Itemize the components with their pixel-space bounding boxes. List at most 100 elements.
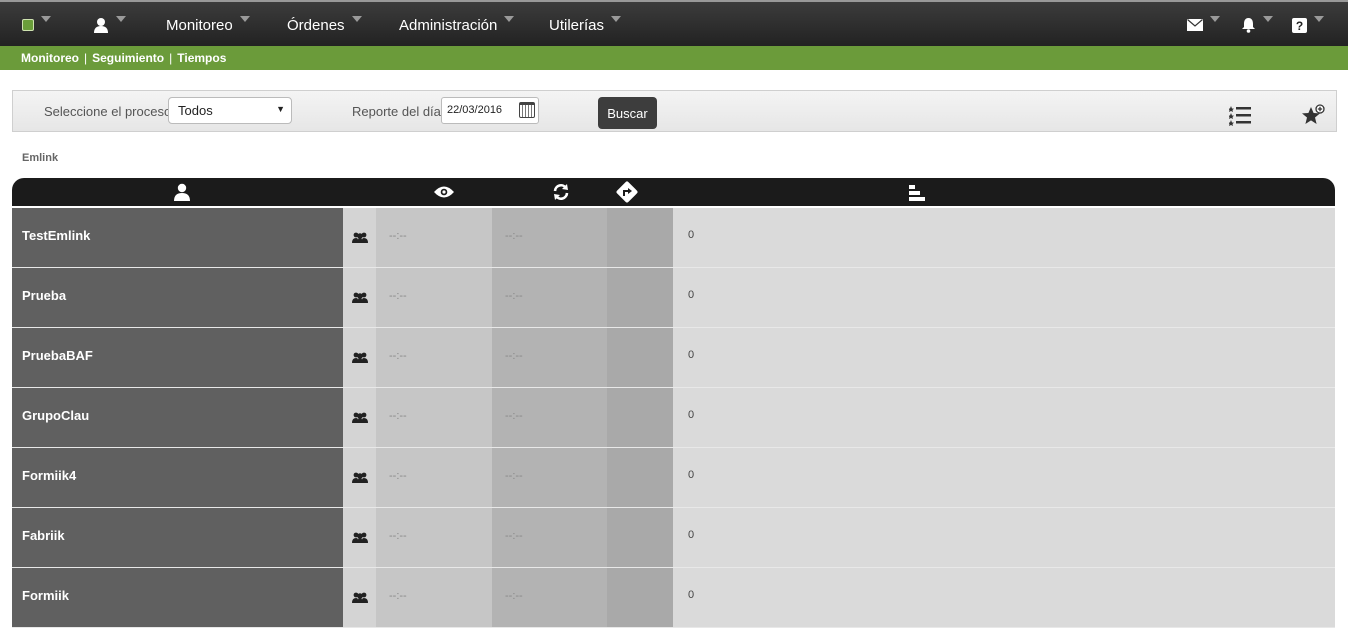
group-name[interactable]: Prueba: [12, 268, 343, 327]
starred-list-icon[interactable]: [1229, 104, 1251, 126]
table-row[interactable]: Prueba --:-- --:-- 0: [12, 268, 1335, 328]
time-refresh: --:--: [492, 508, 607, 567]
calendar-icon[interactable]: [519, 102, 535, 118]
time-refresh: --:--: [492, 208, 607, 267]
count-cell: 0: [673, 328, 1335, 387]
menu-administracion[interactable]: Administración: [399, 2, 515, 48]
group-name[interactable]: Fabriik: [12, 508, 343, 567]
notifications-menu[interactable]: [1241, 2, 1273, 48]
user-icon: [94, 18, 108, 33]
menu-utilerias-label: Utilerías: [549, 16, 605, 34]
help-menu[interactable]: ?: [1292, 2, 1324, 48]
date-input[interactable]: 22/03/2016: [441, 97, 539, 124]
time-watched: --:--: [376, 448, 492, 507]
users-group-icon[interactable]: [343, 208, 376, 267]
route-cell: [607, 388, 673, 447]
process-label: Seleccione el proceso: [44, 104, 172, 119]
time-refresh: --:--: [492, 328, 607, 387]
users-group-icon[interactable]: [343, 268, 376, 327]
table-row[interactable]: GrupoClau --:-- --:-- 0: [12, 388, 1335, 448]
menu-utilerias[interactable]: Utilerías: [549, 2, 622, 48]
date-label: Reporte del día: [352, 104, 441, 119]
user-icon: [174, 183, 190, 201]
route-cell: [607, 508, 673, 567]
messages-menu[interactable]: [1187, 2, 1220, 48]
chevron-down-icon: [116, 16, 126, 22]
chevron-down-icon: [351, 16, 362, 22]
top-navbar: Monitoreo Órdenes Administración Utilerí…: [0, 0, 1348, 46]
time-refresh: --:--: [492, 568, 607, 627]
count-cell: 0: [673, 568, 1335, 627]
chevron-down-icon: [611, 16, 622, 22]
route-cell: [607, 568, 673, 627]
refresh-icon: [553, 184, 569, 200]
route-cell: [607, 208, 673, 267]
group-name[interactable]: GrupoClau: [12, 388, 343, 447]
time-watched: --:--: [376, 508, 492, 567]
route-cell: [607, 448, 673, 507]
time-watched: --:--: [376, 568, 492, 627]
add-favorite-icon[interactable]: [1301, 104, 1325, 126]
count-cell: 0: [673, 388, 1335, 447]
table-row[interactable]: PruebaBAF --:-- --:-- 0: [12, 328, 1335, 388]
chevron-down-icon: [1263, 16, 1273, 22]
menu-ordenes-label: Órdenes: [287, 16, 345, 34]
route-cell: [607, 328, 673, 387]
sublink-tiempos[interactable]: Tiempos: [177, 51, 226, 65]
users-group-icon[interactable]: [343, 448, 376, 507]
table-row[interactable]: TestEmlink --:-- --:-- 0: [12, 208, 1335, 268]
help-icon: ?: [1292, 17, 1307, 33]
chevron-down-icon: [239, 16, 250, 22]
envelope-icon: [1187, 19, 1203, 31]
separator: |: [84, 51, 88, 65]
table-row[interactable]: Formiik --:-- --:-- 0: [12, 568, 1335, 628]
filter-bar: Seleccione el proceso Todos ▼ Reporte de…: [12, 90, 1337, 132]
table-row[interactable]: Formiik4 --:-- --:-- 0: [12, 448, 1335, 508]
route-cell: [607, 268, 673, 327]
chevron-down-icon: [1210, 16, 1220, 22]
sub-navbar: Monitoreo | Seguimiento | Tiempos: [0, 46, 1348, 70]
users-group-icon[interactable]: [343, 388, 376, 447]
eye-icon: [434, 186, 454, 198]
chevron-down-icon: [1314, 16, 1324, 22]
user-menu[interactable]: [93, 2, 126, 48]
count-cell: 0: [673, 508, 1335, 567]
sublink-monitoreo[interactable]: Monitoreo: [21, 51, 79, 65]
table-header: [12, 178, 1335, 206]
menu-ordenes[interactable]: Órdenes: [287, 2, 362, 48]
users-group-icon[interactable]: [343, 508, 376, 567]
search-button[interactable]: Buscar: [598, 97, 657, 129]
time-watched: --:--: [376, 268, 492, 327]
menu-monitoreo[interactable]: Monitoreo: [166, 2, 250, 48]
process-select[interactable]: Todos ▼: [168, 97, 292, 124]
users-group-icon[interactable]: [343, 328, 376, 387]
count-cell: 0: [673, 208, 1335, 267]
count-cell: 0: [673, 268, 1335, 327]
separator: |: [169, 51, 173, 65]
users-group-icon[interactable]: [343, 568, 376, 627]
group-name[interactable]: Formiik4: [12, 448, 343, 507]
group-table-body: TestEmlink --:-- --:-- 0 Prueba --:-- --…: [12, 208, 1335, 628]
time-watched: --:--: [376, 328, 492, 387]
process-select-value: Todos: [178, 103, 213, 118]
date-input-value: 22/03/2016: [447, 104, 503, 116]
group-title: Emlink: [22, 152, 59, 164]
table-row[interactable]: Fabriik --:-- --:-- 0: [12, 508, 1335, 568]
time-refresh: --:--: [492, 448, 607, 507]
sublink-seguimiento[interactable]: Seguimiento: [92, 51, 164, 65]
count-cell: 0: [673, 448, 1335, 507]
group-name[interactable]: TestEmlink: [12, 208, 343, 267]
time-watched: --:--: [376, 388, 492, 447]
bar-chart-icon: [909, 185, 925, 201]
chevron-down-icon: [504, 16, 515, 22]
cube-logo-icon: [22, 19, 34, 31]
app-logo-menu[interactable]: [22, 2, 51, 48]
group-name[interactable]: PruebaBAF: [12, 328, 343, 387]
time-refresh: --:--: [492, 268, 607, 327]
group-name[interactable]: Formiik: [12, 568, 343, 627]
chevron-down-icon: [41, 16, 51, 22]
time-watched: --:--: [376, 208, 492, 267]
svg-text:?: ?: [1296, 19, 1303, 33]
dropdown-arrow-icon: ▼: [276, 104, 285, 114]
time-refresh: --:--: [492, 388, 607, 447]
